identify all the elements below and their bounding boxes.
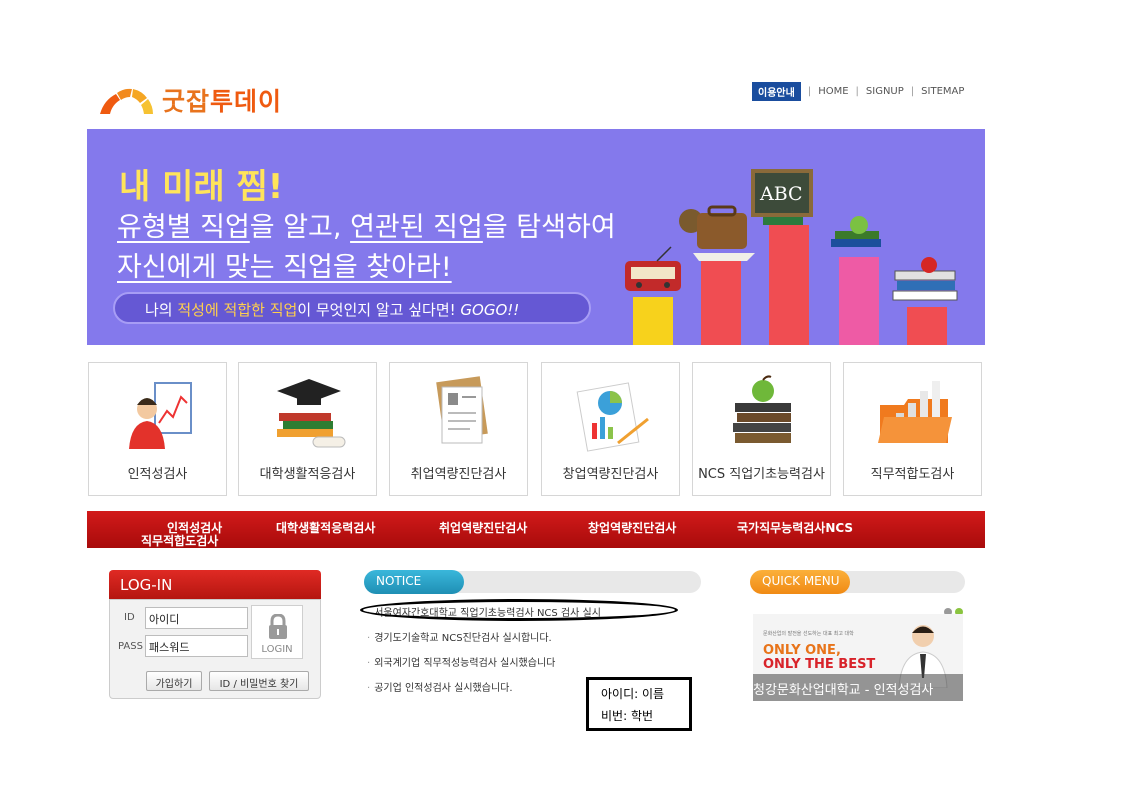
pie-chart-icon bbox=[576, 382, 649, 452]
bullet-dot: · bbox=[367, 633, 371, 644]
person-chart-icon bbox=[129, 382, 192, 449]
logo-text-a: 굿잡 bbox=[162, 87, 211, 116]
banner-line1-text-b: 을 탐색하여 bbox=[482, 212, 616, 243]
apple-books-icon bbox=[733, 375, 791, 443]
test-card-label: 대학생활적응검사 bbox=[259, 467, 356, 482]
guide-link[interactable]: 이용안내 bbox=[752, 81, 801, 101]
apple-icon bbox=[831, 216, 881, 247]
pass-label: PASS bbox=[118, 641, 143, 652]
note-line-pw: 비번: 학번 bbox=[601, 709, 654, 723]
pill-text-pre: 나의 bbox=[145, 301, 178, 319]
credentials-note-box: 아이디: 이름 비번: 학번 bbox=[586, 677, 692, 731]
lock-icon bbox=[269, 614, 287, 639]
red-pedestal bbox=[701, 255, 741, 345]
banner-line2-text: 자신에게 맞는 직업을 찾아라! bbox=[117, 252, 452, 283]
logo-text: 굿잡투데이 bbox=[162, 82, 282, 118]
notice-item-text: 외국계기업 직무적성능력검사 실시했습니다 bbox=[374, 658, 556, 669]
yellow-pedestal bbox=[633, 297, 673, 345]
test-menu-bar: 인적성검사 직무적합도검사 대학생활적응력검사 취업역량진단검사 창업역량진단검… bbox=[87, 511, 985, 548]
menu-ncs-test[interactable]: 국가직무능력검사NCS bbox=[737, 519, 853, 536]
banner-title: 내 미래 찜! bbox=[119, 167, 284, 207]
login-header: LOG-IN bbox=[109, 570, 321, 600]
join-button[interactable]: 가입하기 bbox=[146, 671, 202, 691]
top-nav: 이용안내 | HOME | SIGNUP | SITEMAP bbox=[752, 81, 964, 101]
password-input[interactable]: 패스워드 bbox=[145, 635, 248, 657]
highlight-oval-annotation bbox=[360, 599, 678, 621]
suitcase-globe-icon bbox=[679, 205, 755, 261]
nav-separator: | bbox=[855, 85, 859, 97]
quick-menu-caption: 청강문화산업대학교 - 인적성검사 bbox=[753, 674, 963, 701]
chalkboard-label: ABC bbox=[759, 183, 803, 205]
notice-item[interactable]: · 외국계기업 직무적성능력검사 실시했습니다 bbox=[367, 654, 555, 669]
radio-icon bbox=[625, 246, 681, 291]
graduation-books-icon bbox=[277, 379, 346, 448]
bullet-dot: · bbox=[367, 683, 371, 694]
banner-line1-underlined-a: 유형별 직업 bbox=[117, 212, 250, 243]
menu-college-adaptation-test[interactable]: 대학생활적응력검사 bbox=[276, 519, 375, 536]
notice-item[interactable]: · 공기업 인적성검사 실시했습니다. bbox=[367, 679, 513, 694]
test-card-label: NCS 직업기초능력검사 bbox=[698, 467, 825, 482]
sun-logo-icon bbox=[100, 88, 153, 114]
test-card-label: 취업역량진단검사 bbox=[410, 467, 507, 482]
id-label: ID bbox=[124, 612, 135, 623]
test-card-aptitude[interactable]: 인적성검사 bbox=[88, 362, 227, 496]
quick-menu-tab[interactable]: QUICK MENU bbox=[750, 570, 850, 594]
quick-menu-banner[interactable]: 문화산업의 발전을 선도하는 대표 최고 대학 ONLY ONE, ONLY T… bbox=[753, 614, 963, 701]
menu-job-fit-test[interactable]: 직무적합도검사 bbox=[141, 532, 218, 549]
menu-startup-test[interactable]: 창업역량진단검사 bbox=[588, 519, 676, 536]
pill-text-post: 이 무엇인지 알고 싶다면! bbox=[297, 301, 461, 319]
sitemap-link[interactable]: SITEMAP bbox=[921, 86, 964, 97]
find-id-password-button[interactable]: ID / 비밀번호 찾기 bbox=[209, 671, 309, 691]
menu-employability-test[interactable]: 취업역량진단검사 bbox=[439, 519, 527, 536]
pill-text-highlight: 적성에 적합한 직업 bbox=[177, 301, 298, 319]
quick-menu-small-text: 문화산업의 발전을 선도하는 대표 최고 대학 bbox=[763, 631, 854, 637]
login-button[interactable]: LOGIN bbox=[251, 605, 303, 659]
tall-red-pedestal bbox=[769, 225, 809, 345]
signup-link[interactable]: SIGNUP bbox=[866, 86, 904, 97]
banner-cta-pill[interactable]: 나의 적성에 적합한 직업이 무엇인지 알고 싶다면! GOGO!! bbox=[113, 292, 591, 324]
banner-line1-text-a: 을 알고, bbox=[249, 212, 351, 243]
login-button-label: LOGIN bbox=[261, 644, 293, 655]
notice-item-text: 경기도기술학교 NCS진단검사 실시합니다. bbox=[374, 633, 552, 644]
quick-menu-slogan-1: ONLY ONE, bbox=[763, 643, 841, 658]
test-card-ncs[interactable]: NCS 직업기초능력검사 bbox=[692, 362, 831, 496]
test-card-label: 인적성검사 bbox=[127, 467, 188, 482]
test-card-label: 직무적합도검사 bbox=[870, 467, 955, 482]
small-red-pedestal bbox=[907, 307, 947, 345]
bullet-dot: · bbox=[367, 658, 371, 669]
id-input[interactable]: 아이디 bbox=[145, 607, 248, 629]
home-link[interactable]: HOME bbox=[818, 86, 848, 97]
test-card-label: 창업역량진단검사 bbox=[562, 467, 659, 482]
book-stack-icon bbox=[892, 257, 958, 301]
logo[interactable]: 굿잡투데이 bbox=[98, 78, 298, 118]
banner-line1-underlined-b: 연관된 직업 bbox=[350, 212, 483, 243]
notice-item-text: 공기업 인적성검사 실시했습니다. bbox=[374, 683, 513, 694]
banner-line-2: 자신에게 맞는 직업을 찾아라! bbox=[117, 245, 452, 284]
bar-chart-folder-icon bbox=[878, 381, 952, 443]
nav-separator: | bbox=[807, 85, 812, 97]
banner-line-1: 유형별 직업을 알고, 연관된 직업을 탐색하여 bbox=[117, 205, 616, 244]
test-card-college-adaptation[interactable]: 대학생활적응검사 bbox=[238, 362, 377, 496]
page: 굿잡투데이 이용안내 | HOME | SIGNUP | SITEMAP ABC… bbox=[0, 0, 1122, 793]
resume-icon bbox=[436, 376, 488, 444]
chalkboard-icon: ABC bbox=[751, 169, 813, 225]
nav-separator: | bbox=[910, 85, 915, 97]
test-card-startup[interactable]: 창업역량진단검사 bbox=[541, 362, 680, 496]
note-line-id: 아이디: 이름 bbox=[601, 687, 665, 701]
pink-pedestal bbox=[839, 257, 879, 345]
test-card-job-fit[interactable]: 직무적합도검사 bbox=[843, 362, 982, 496]
hero-banner[interactable]: ABC 내 미래 찜! 유형별 직업을 알고, 연관된 직업을 탐색하여 자신에… bbox=[87, 129, 985, 345]
notice-tab[interactable]: NOTICE bbox=[364, 570, 464, 594]
notice-item[interactable]: · 경기도기술학교 NCS진단검사 실시합니다. bbox=[367, 629, 552, 644]
quick-menu-slogan-2: ONLY THE BEST bbox=[763, 657, 876, 672]
login-form: ID 아이디 PASS 패스워드 LOGIN 가입하기 ID / 비밀번호 찾기 bbox=[109, 599, 321, 699]
pill-text-gogo: GOGO!! bbox=[460, 301, 520, 319]
logo-text-b: 투데이 bbox=[210, 87, 283, 116]
test-card-employability[interactable]: 취업역량진단검사 bbox=[389, 362, 528, 496]
